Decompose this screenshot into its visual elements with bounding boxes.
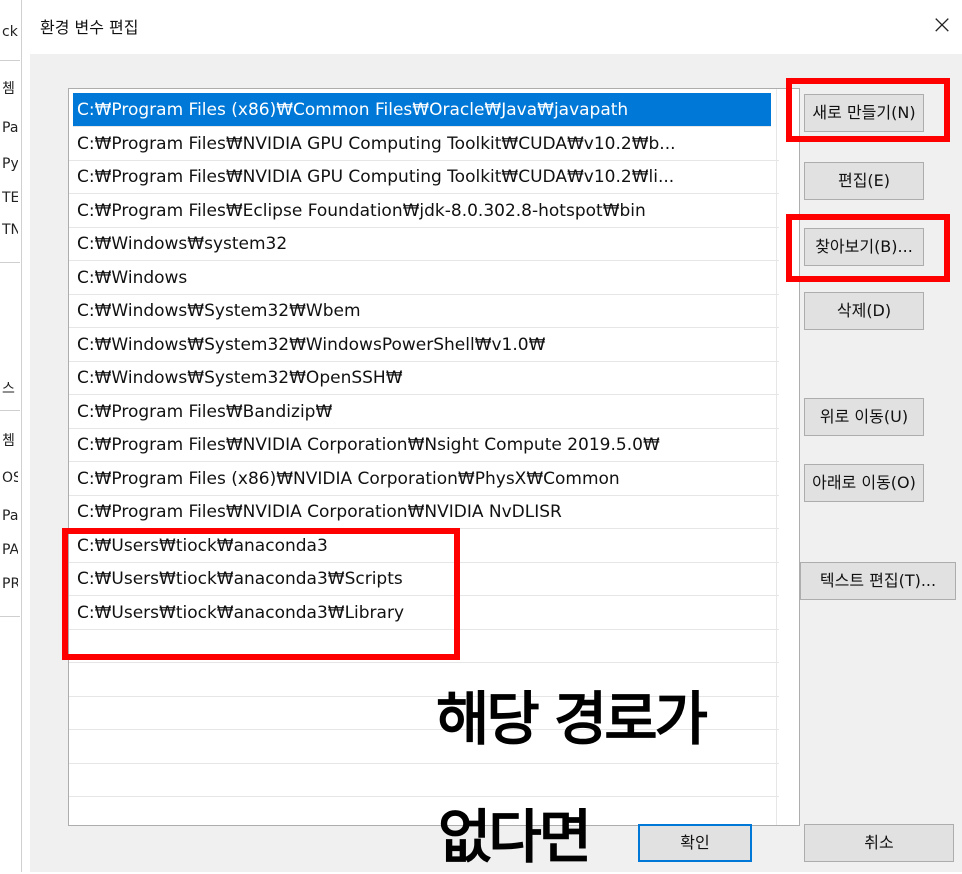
highlight-box-browse-button: [786, 214, 950, 282]
background-divider: [0, 616, 20, 617]
path-list-item[interactable]: C:₩Program Files₩NVIDIA Corporation₩NVID…: [69, 495, 779, 529]
cancel-button[interactable]: 취소: [804, 824, 954, 862]
background-text-fragment: 쳄: [2, 433, 15, 449]
path-list-item[interactable]: C:₩Program Files (x86)₩NVIDIA Corporatio…: [69, 462, 779, 496]
background-divider: [0, 60, 20, 61]
path-list-item[interactable]: C:₩Windows₩System32₩OpenSSH₩: [69, 361, 779, 395]
edit-button[interactable]: 편집(E): [804, 162, 924, 200]
background-text-fragment: TE: [2, 190, 18, 206]
highlight-box-anaconda-paths: [62, 528, 460, 660]
background-text-fragment: Pa: [2, 120, 18, 136]
background-window-edge: ck 쳄 Pa Py TE TN 스 쳄 OS Pa PA PR: [0, 0, 22, 872]
path-list-item[interactable]: C:₩Windows₩System32₩Wbem: [69, 294, 779, 328]
background-text-fragment: Pa: [2, 508, 18, 524]
delete-button[interactable]: 삭제(D): [804, 292, 924, 330]
background-text-fragment: 스: [2, 381, 15, 397]
path-list-item[interactable]: C:₩Program Files₩NVIDIA Corporation₩Nsig…: [69, 428, 779, 462]
annotation-text-line2: 없다면: [438, 803, 592, 871]
path-list-item[interactable]: C:₩Program Files₩Bandizip₩: [69, 395, 779, 429]
path-list-item[interactable]: C:₩Windows₩System32₩WindowsPowerShell₩v1…: [69, 328, 779, 362]
edit-env-var-dialog: 환경 변수 편집 × C:₩Program Files (x86)₩Common…: [22, 0, 962, 872]
path-list-item[interactable]: C:₩Windows: [69, 261, 779, 295]
background-text-fragment: TN: [2, 222, 18, 238]
background-divider: [0, 410, 20, 411]
background-text-fragment: PA: [2, 542, 18, 558]
path-list-item[interactable]: C:₩Program Files₩Eclipse Foundation₩jdk-…: [69, 194, 779, 228]
highlight-box-new-button: [786, 78, 950, 142]
background-text-fragment: Py: [2, 156, 18, 172]
path-list-item[interactable]: [69, 763, 779, 797]
dialog-title: 환경 변수 편집: [40, 18, 139, 37]
path-list-item[interactable]: C:₩Program Files (x86)₩Common Files₩Orac…: [73, 93, 771, 127]
edit-text-button[interactable]: 텍스트 편집(T)...: [800, 562, 956, 600]
annotation-text-line1: 해당 경로가: [436, 685, 708, 753]
background-divider: [0, 262, 20, 263]
path-list-item[interactable]: C:₩Windows₩system32: [69, 227, 779, 261]
background-text-fragment: 쳄: [2, 81, 15, 97]
move-up-button[interactable]: 위로 이동(U): [804, 398, 924, 436]
move-down-button[interactable]: 아래로 이동(O): [804, 464, 924, 502]
title-bar: 환경 변수 편집 ×: [22, 0, 962, 52]
background-text-fragment: ck: [2, 24, 18, 40]
close-icon[interactable]: ×: [926, 10, 958, 42]
ok-button[interactable]: 확인: [638, 824, 752, 862]
background-text-fragment: PR: [2, 576, 18, 592]
background-text-fragment: OS: [2, 470, 18, 486]
path-list-item[interactable]: C:₩Program Files₩NVIDIA GPU Computing To…: [69, 160, 779, 194]
path-list-item[interactable]: C:₩Program Files₩NVIDIA GPU Computing To…: [69, 127, 779, 161]
